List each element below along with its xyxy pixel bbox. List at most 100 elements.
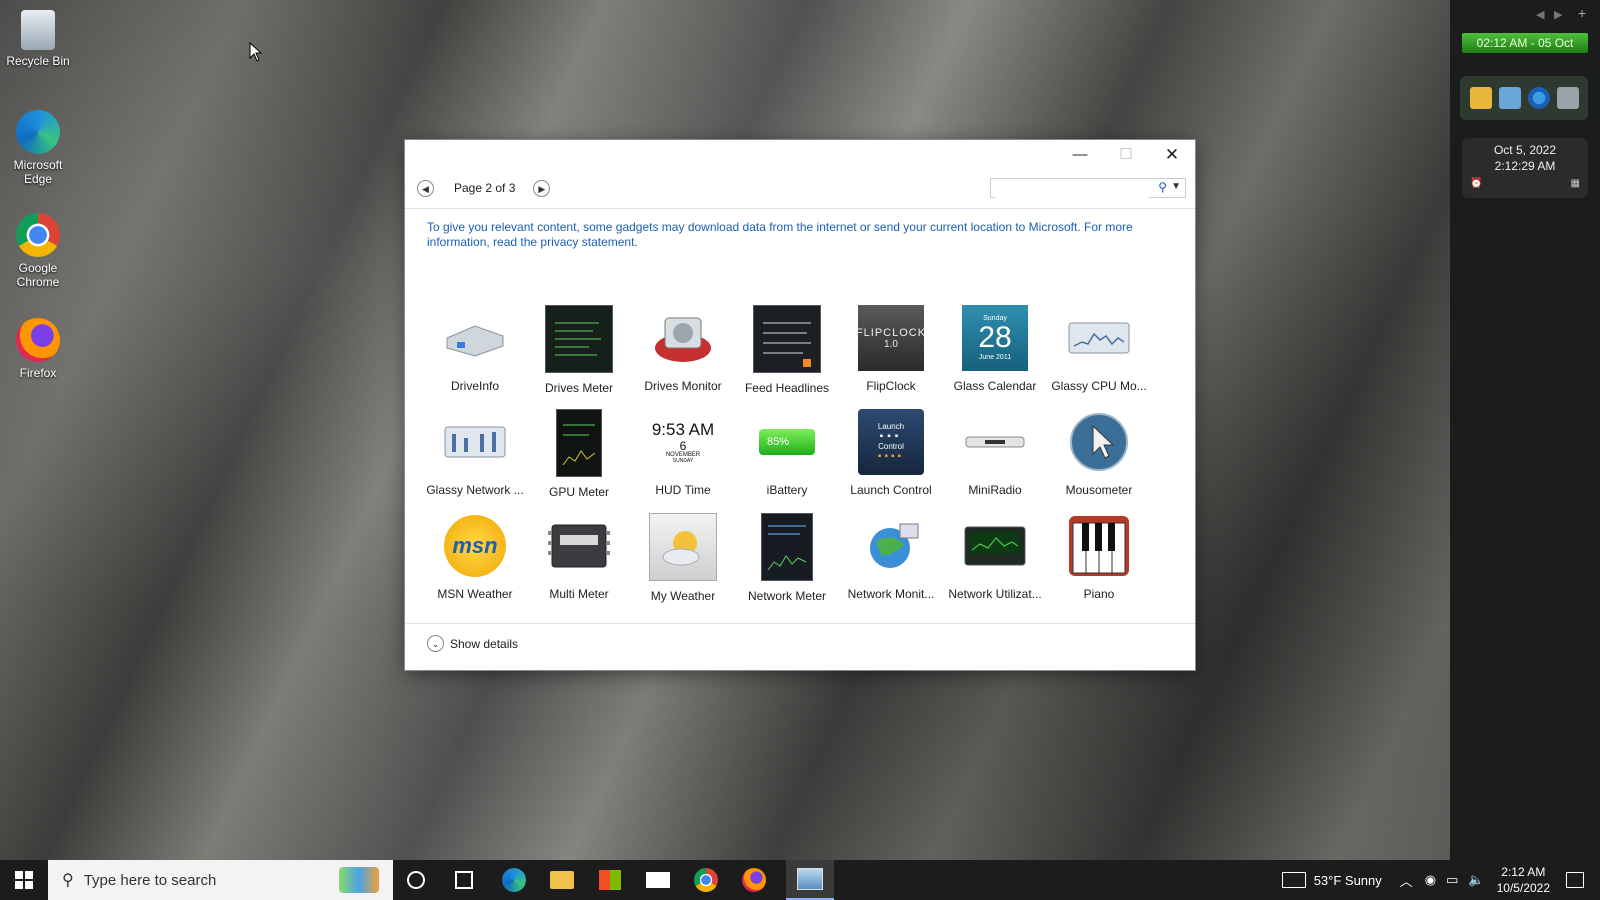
desktop-icon-chrome[interactable]: Google Chrome — [6, 213, 70, 289]
trash-icon[interactable] — [1556, 87, 1579, 109]
page-label: Page 2 of 3 — [454, 181, 516, 195]
desktop-icon-label: Google Chrome — [16, 261, 60, 289]
mousometer-icon — [1066, 409, 1132, 475]
gadget-tile[interactable]: Mousometer — [1047, 409, 1151, 513]
gadget-tile[interactable]: Launch ▪▪▪ Control ▪▪▪▪ Launch Control — [839, 409, 943, 513]
flipclock-text: FLIPCLOCK — [855, 326, 927, 339]
sidebar-next-icon[interactable]: ▶ — [1554, 8, 1562, 21]
chevron-down-icon[interactable]: ⌄ — [427, 635, 444, 652]
gadget-tile[interactable]: Sunday 28 June 2011 Glass Calendar — [943, 305, 1047, 409]
close-button[interactable]: ✕ — [1149, 140, 1195, 170]
weather-text[interactable]: 53°F Sunny — [1314, 873, 1382, 888]
show-details-toggle[interactable]: ⌄ Show details — [427, 635, 518, 652]
battery-level: 85% — [759, 429, 815, 455]
gadget-name: MSN Weather — [437, 587, 513, 601]
gadget-tile[interactable]: Glassy CPU Mo... — [1047, 305, 1151, 409]
gadget-tile[interactable]: FLIPCLOCK 1.0 FlipClock — [839, 305, 943, 409]
divider — [405, 208, 1195, 209]
mail-icon — [646, 872, 670, 888]
ie-icon[interactable] — [1527, 87, 1550, 109]
taskbar-search-box[interactable]: ⚲ Type here to search — [48, 860, 393, 900]
hud-time-icon: 9:53 AM 6 NOVEMBER SUNDAY — [650, 409, 716, 475]
gadget-tile[interactable]: 9:53 AM 6 NOVEMBER SUNDAY HUD Time — [631, 409, 735, 513]
taskbar-search-placeholder: Type here to search — [83, 871, 217, 889]
sidebar-launcher-gadget[interactable] — [1460, 76, 1588, 120]
search-input[interactable] — [995, 180, 1149, 198]
glassy-cpu-icon — [1066, 305, 1132, 371]
system-tray: 53°F Sunny ︿ ◉ ▭ 🔈 2:12 AM 10/5/2022 — [1281, 860, 1600, 900]
clock-date: 10/5/2022 — [1496, 881, 1550, 895]
launch-control-icon: Launch ▪▪▪ Control ▪▪▪▪ — [858, 409, 924, 475]
gadget-tile[interactable]: Network Meter — [735, 513, 839, 617]
gadget-tile[interactable]: Drives Meter — [527, 305, 631, 409]
clock[interactable]: 2:12 AM 10/5/2022 — [1497, 864, 1550, 896]
gadget-tile[interactable]: DriveInfo — [423, 305, 527, 409]
taskbar-store[interactable] — [586, 860, 634, 900]
folder-icon[interactable] — [1469, 87, 1492, 109]
gadget-tile[interactable]: Network Monit... — [839, 513, 943, 617]
taskbar-mail[interactable] — [634, 860, 682, 900]
alarm-icon[interactable]: ⏰ — [1470, 176, 1482, 192]
gadget-tile[interactable]: 85% iBattery — [735, 409, 839, 513]
gadget-search-box[interactable]: ⚲ ▼ — [990, 178, 1186, 198]
desktop-icon-firefox[interactable]: Firefox — [6, 318, 70, 380]
news-icon[interactable] — [1281, 872, 1306, 888]
maximize-button[interactable]: ☐ — [1103, 140, 1149, 170]
flipclock-icon: FLIPCLOCK 1.0 — [855, 305, 927, 371]
sidebar-prev-icon[interactable]: ◀ — [1536, 8, 1544, 21]
privacy-notice-link[interactable]: To give you relevant content, some gadge… — [427, 220, 1147, 250]
gadget-name: Mousometer — [1065, 483, 1133, 497]
taskbar-gadgets[interactable] — [786, 860, 834, 900]
taskbar-edge[interactable] — [490, 860, 538, 900]
network-meter-icon — [761, 513, 813, 581]
sidebar-clock-gadget[interactable]: 02:12 AM - 05 Oct — [1462, 33, 1588, 53]
cortana-button[interactable] — [392, 860, 440, 900]
network-icon[interactable]: ▭ — [1446, 872, 1458, 888]
gadget-tile[interactable]: msn MSN Weather — [423, 513, 527, 617]
glass-calendar-icon: Sunday 28 June 2011 — [962, 305, 1028, 371]
gadget-name: Network Meter — [747, 589, 827, 603]
start-button[interactable] — [0, 860, 48, 900]
taskbar-chrome[interactable] — [682, 860, 730, 900]
piano-icon — [1066, 513, 1132, 579]
meet-now-icon[interactable]: ◉ — [1425, 872, 1436, 888]
gadget-tile[interactable]: Drives Monitor — [631, 305, 735, 409]
edge-icon — [16, 110, 60, 154]
gadget-grid: DriveInfo Drives Meter Drives Monitor Fe… — [423, 305, 1153, 617]
gadget-tile[interactable]: Feed Headlines — [735, 305, 839, 409]
next-page-button[interactable]: ▶ — [533, 179, 551, 197]
monitor-icon[interactable] — [1498, 87, 1521, 109]
firefox-icon — [16, 318, 60, 362]
gadget-tile[interactable]: MiniRadio — [943, 409, 1047, 513]
sidebar-add-icon[interactable]: + — [1578, 5, 1586, 21]
calendar-small-icon[interactable]: ▦ — [1571, 176, 1580, 192]
desktop-icon-edge[interactable]: Microsoft Edge — [6, 110, 70, 186]
gadget-tile[interactable]: Network Utilizat... — [943, 513, 1047, 617]
notification-icon[interactable] — [1566, 872, 1584, 888]
gadget-name: My Weather — [650, 589, 716, 603]
volume-muted-icon[interactable]: 🔈 — [1468, 872, 1484, 888]
gadget-name: Feed Headlines — [744, 381, 830, 395]
gadget-tile[interactable]: My Weather — [631, 513, 735, 617]
firefox-icon — [742, 868, 766, 892]
launch-control-top: Launch — [877, 422, 905, 431]
gadget-tile[interactable]: GPU Meter — [527, 409, 631, 513]
search-icon: ⚲ — [62, 872, 74, 889]
edge-icon — [502, 868, 526, 892]
minimize-button[interactable]: — — [1057, 140, 1103, 170]
chevron-up-icon[interactable]: ︿ — [1400, 871, 1413, 890]
chrome-icon — [16, 213, 60, 257]
gadget-name: Piano — [1083, 587, 1115, 601]
gadget-tile[interactable]: Multi Meter — [527, 513, 631, 617]
task-view-button[interactable] — [440, 860, 488, 900]
taskbar-firefox[interactable] — [730, 860, 778, 900]
taskbar-file-explorer[interactable] — [538, 860, 586, 900]
search-icon[interactable]: ⚲ — [1158, 180, 1167, 194]
gadget-tile[interactable]: Piano — [1047, 513, 1151, 617]
sidebar-date-gadget[interactable]: Oct 5, 2022 2:12:29 AM ⏰ ▦ — [1462, 138, 1588, 198]
chevron-down-icon[interactable]: ▼ — [1171, 181, 1181, 192]
gadget-tile[interactable]: Glassy Network ... — [423, 409, 527, 513]
gadget-name: iBattery — [766, 483, 808, 497]
desktop-icon-recycle-bin[interactable]: Recycle Bin — [6, 10, 70, 68]
previous-page-button[interactable]: ◀ — [417, 179, 434, 197]
